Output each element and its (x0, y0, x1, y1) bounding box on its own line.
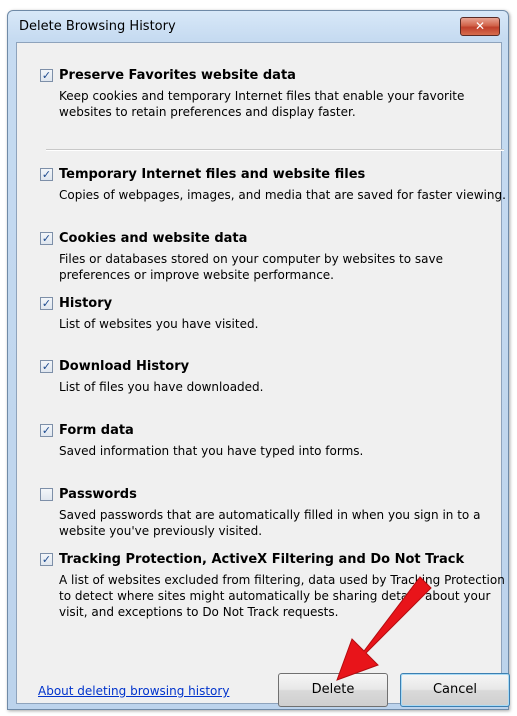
divider (46, 149, 504, 151)
option-description: Saved information that you have typed in… (59, 444, 364, 458)
checkbox-passwords[interactable] (40, 488, 53, 501)
checkbox-cookies[interactable]: ✓ (40, 232, 53, 245)
delete-browsing-history-dialog: Delete Browsing History ✕ ✓ Preserve Fav… (7, 10, 510, 710)
checkbox-temporary-files[interactable]: ✓ (40, 168, 53, 181)
option-label[interactable]: Passwords (59, 487, 137, 502)
option-description: List of files you have downloaded. (59, 380, 264, 394)
option-description: Keep cookies and temporary Internet file… (59, 89, 465, 119)
checkbox-preserve-favorites[interactable]: ✓ (40, 69, 53, 82)
option-description: Copies of webpages, images, and media th… (59, 188, 506, 202)
checkbox-form-data[interactable]: ✓ (40, 424, 53, 437)
about-deleting-history-link[interactable]: About deleting browsing history (38, 684, 229, 698)
option-description: A list of websites excluded from filteri… (59, 573, 505, 619)
option-description: Saved passwords that are automatically f… (59, 508, 481, 538)
checkbox-download-history[interactable]: ✓ (40, 360, 53, 373)
checkbox-tracking-protection[interactable]: ✓ (40, 553, 53, 566)
option-label[interactable]: Cookies and website data (59, 231, 247, 246)
close-icon: ✕ (474, 19, 486, 33)
option-label[interactable]: Preserve Favorites website data (59, 68, 296, 83)
checkbox-history[interactable]: ✓ (40, 297, 53, 310)
option-label[interactable]: Form data (59, 423, 134, 438)
option-description: List of websites you have visited. (59, 317, 259, 331)
dialog-body: ✓ Preserve Favorites website data Keep c… (16, 42, 510, 707)
dialog-title: Delete Browsing History (19, 19, 176, 34)
option-label[interactable]: Download History (59, 359, 189, 374)
delete-button[interactable]: Delete (278, 673, 388, 707)
title-bar[interactable]: Delete Browsing History ✕ (8, 11, 508, 41)
option-label[interactable]: Tracking Protection, ActiveX Filtering a… (59, 552, 464, 567)
cancel-button[interactable]: Cancel (400, 673, 510, 707)
option-label[interactable]: Temporary Internet files and website fil… (59, 167, 365, 182)
option-label[interactable]: History (59, 296, 112, 311)
close-button[interactable]: ✕ (460, 17, 500, 36)
option-description: Files or databases stored on your comput… (59, 252, 444, 282)
